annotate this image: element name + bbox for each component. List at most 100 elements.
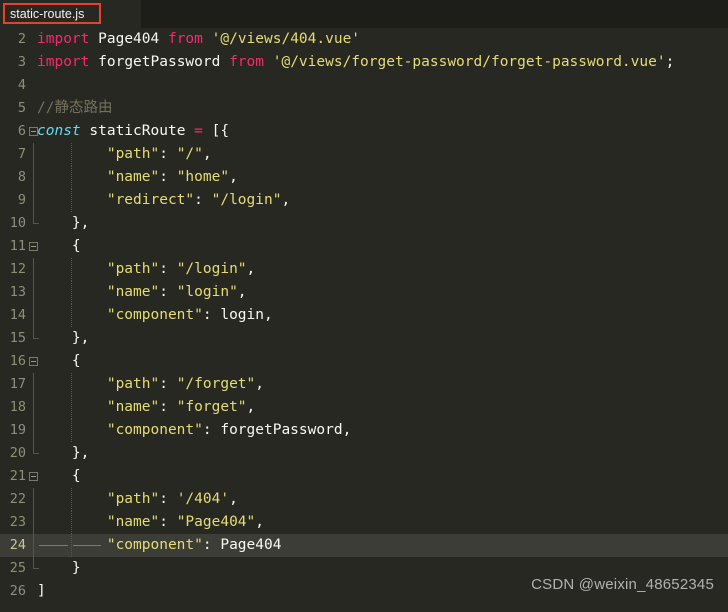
code-line[interactable]: 16 { [0, 350, 728, 373]
code-line[interactable]: 17 "path": "/forget", [0, 373, 728, 396]
code-text: }, [37, 212, 89, 235]
code-line[interactable]: 15 }, [0, 327, 728, 350]
code-token: "name" [37, 169, 160, 185]
code-token: "/" [176, 146, 203, 162]
code-line[interactable]: 25 } [0, 557, 728, 580]
line-number: 21 [9, 468, 26, 484]
code-line[interactable]: 18 "name": "forget", [0, 396, 728, 419]
code-line[interactable]: 21 { [0, 465, 728, 488]
line-number: 24 [9, 537, 26, 553]
code-line[interactable]: 3 import forgetPassword from '@/views/for… [0, 51, 728, 74]
code-editor-area[interactable]: 2 import Page404 from '@/views/404.vue' 3 i… [0, 28, 728, 612]
code-line[interactable]: 4 [0, 74, 728, 97]
code-line[interactable]: 22 "path": '/404', [0, 488, 728, 511]
code-token: , [229, 169, 238, 185]
code-text: import Page404 from '@/views/404.vue' [37, 28, 360, 51]
code-text: "name": "login", [37, 281, 247, 304]
code-token: ] [37, 583, 46, 599]
code-line[interactable]: 10 }, [0, 212, 728, 235]
code-token: const [37, 123, 81, 139]
code-token: "component" [37, 422, 203, 438]
code-text: "path": "/", [37, 143, 212, 166]
code-token: "name" [37, 284, 160, 300]
code-text: "redirect": "/login", [37, 189, 290, 212]
line-number: 6 [17, 123, 26, 139]
code-token: : [159, 261, 177, 277]
code-text: const staticRoute = [{ [37, 120, 229, 143]
code-line[interactable]: 14 "component": login, [0, 304, 728, 327]
line-number: 20 [9, 445, 26, 461]
tab-static-route-js[interactable]: static-route.js [0, 0, 141, 28]
code-line[interactable]: 12 "path": "/login", [0, 258, 728, 281]
code-token: : [159, 376, 177, 392]
code-token: "/forget" [176, 376, 256, 392]
code-line[interactable]: 24 "component": Page404 [0, 534, 728, 557]
code-token: "path" [37, 146, 160, 162]
code-token: : [159, 169, 177, 185]
code-token: : [194, 192, 212, 208]
code-text: //静态路由 [37, 97, 112, 120]
code-token: "path" [37, 491, 160, 507]
code-token: ; [665, 54, 675, 70]
line-number: 12 [9, 261, 26, 277]
line-number: 3 [17, 54, 26, 70]
line-number: 22 [9, 491, 26, 507]
code-token: , [202, 146, 212, 162]
code-token: import [37, 31, 90, 47]
code-line[interactable]: 9 "redirect": "/login", [0, 189, 728, 212]
line-number: 25 [9, 560, 26, 576]
code-line[interactable]: 11 { [0, 235, 728, 258]
code-token: forgetPassword [220, 422, 343, 438]
fold-range-line [33, 557, 39, 569]
line-number: 10 [9, 215, 26, 231]
code-token: , [281, 192, 291, 208]
code-text: "path": "/forget", [37, 373, 264, 396]
code-token: staticRoute [89, 123, 186, 139]
code-token: '@/views/404.vue' [211, 31, 361, 47]
line-number: 11 [9, 238, 26, 254]
code-text: { [37, 350, 81, 373]
code-token: "path" [37, 261, 160, 277]
code-token: : [159, 399, 177, 415]
code-line[interactable]: 8 "name": "home", [0, 166, 728, 189]
code-line[interactable]: 5 //静态路由 [0, 97, 728, 120]
line-number: 23 [9, 514, 26, 530]
line-number: 4 [17, 77, 26, 93]
code-token: , [342, 422, 352, 438]
code-line[interactable]: 13 "name": "login", [0, 281, 728, 304]
code-text: "name": "Page404", [37, 511, 264, 534]
code-line[interactable]: 2 import Page404 from '@/views/404.vue' [0, 28, 728, 51]
code-token: : [202, 537, 221, 553]
line-number: 19 [9, 422, 26, 438]
line-number: 13 [9, 284, 26, 300]
code-line[interactable]: 26] [0, 580, 728, 603]
line-number: 7 [17, 146, 26, 162]
code-token: }, [37, 330, 90, 346]
fold-range-line [33, 442, 39, 454]
code-text: "name": "forget", [37, 396, 255, 419]
code-token: from [229, 54, 264, 70]
fold-range-line [33, 304, 34, 327]
code-line[interactable]: 23 "name": "Page404", [0, 511, 728, 534]
code-token: , [229, 491, 238, 507]
code-line[interactable]: 19 "component": forgetPassword, [0, 419, 728, 442]
code-token: : [159, 284, 177, 300]
code-text: "path": '/404', [37, 488, 238, 511]
code-text: { [37, 235, 81, 258]
code-line[interactable]: 7 "path": "/", [0, 143, 728, 166]
code-text: "component": forgetPassword, [37, 419, 351, 442]
code-token: { [37, 468, 81, 484]
code-token: }, [37, 215, 90, 231]
code-token: forgetPassword [98, 54, 221, 70]
code-token: '@/views/forget-password/forget-password… [272, 54, 666, 70]
code-token: Page404 [220, 537, 282, 553]
line-number: 18 [9, 399, 26, 415]
code-line[interactable]: 6 const staticRoute = [{ [0, 120, 728, 143]
code-token: "Page404" [176, 514, 256, 530]
code-line[interactable]: 20 }, [0, 442, 728, 465]
line-number: 14 [9, 307, 26, 323]
